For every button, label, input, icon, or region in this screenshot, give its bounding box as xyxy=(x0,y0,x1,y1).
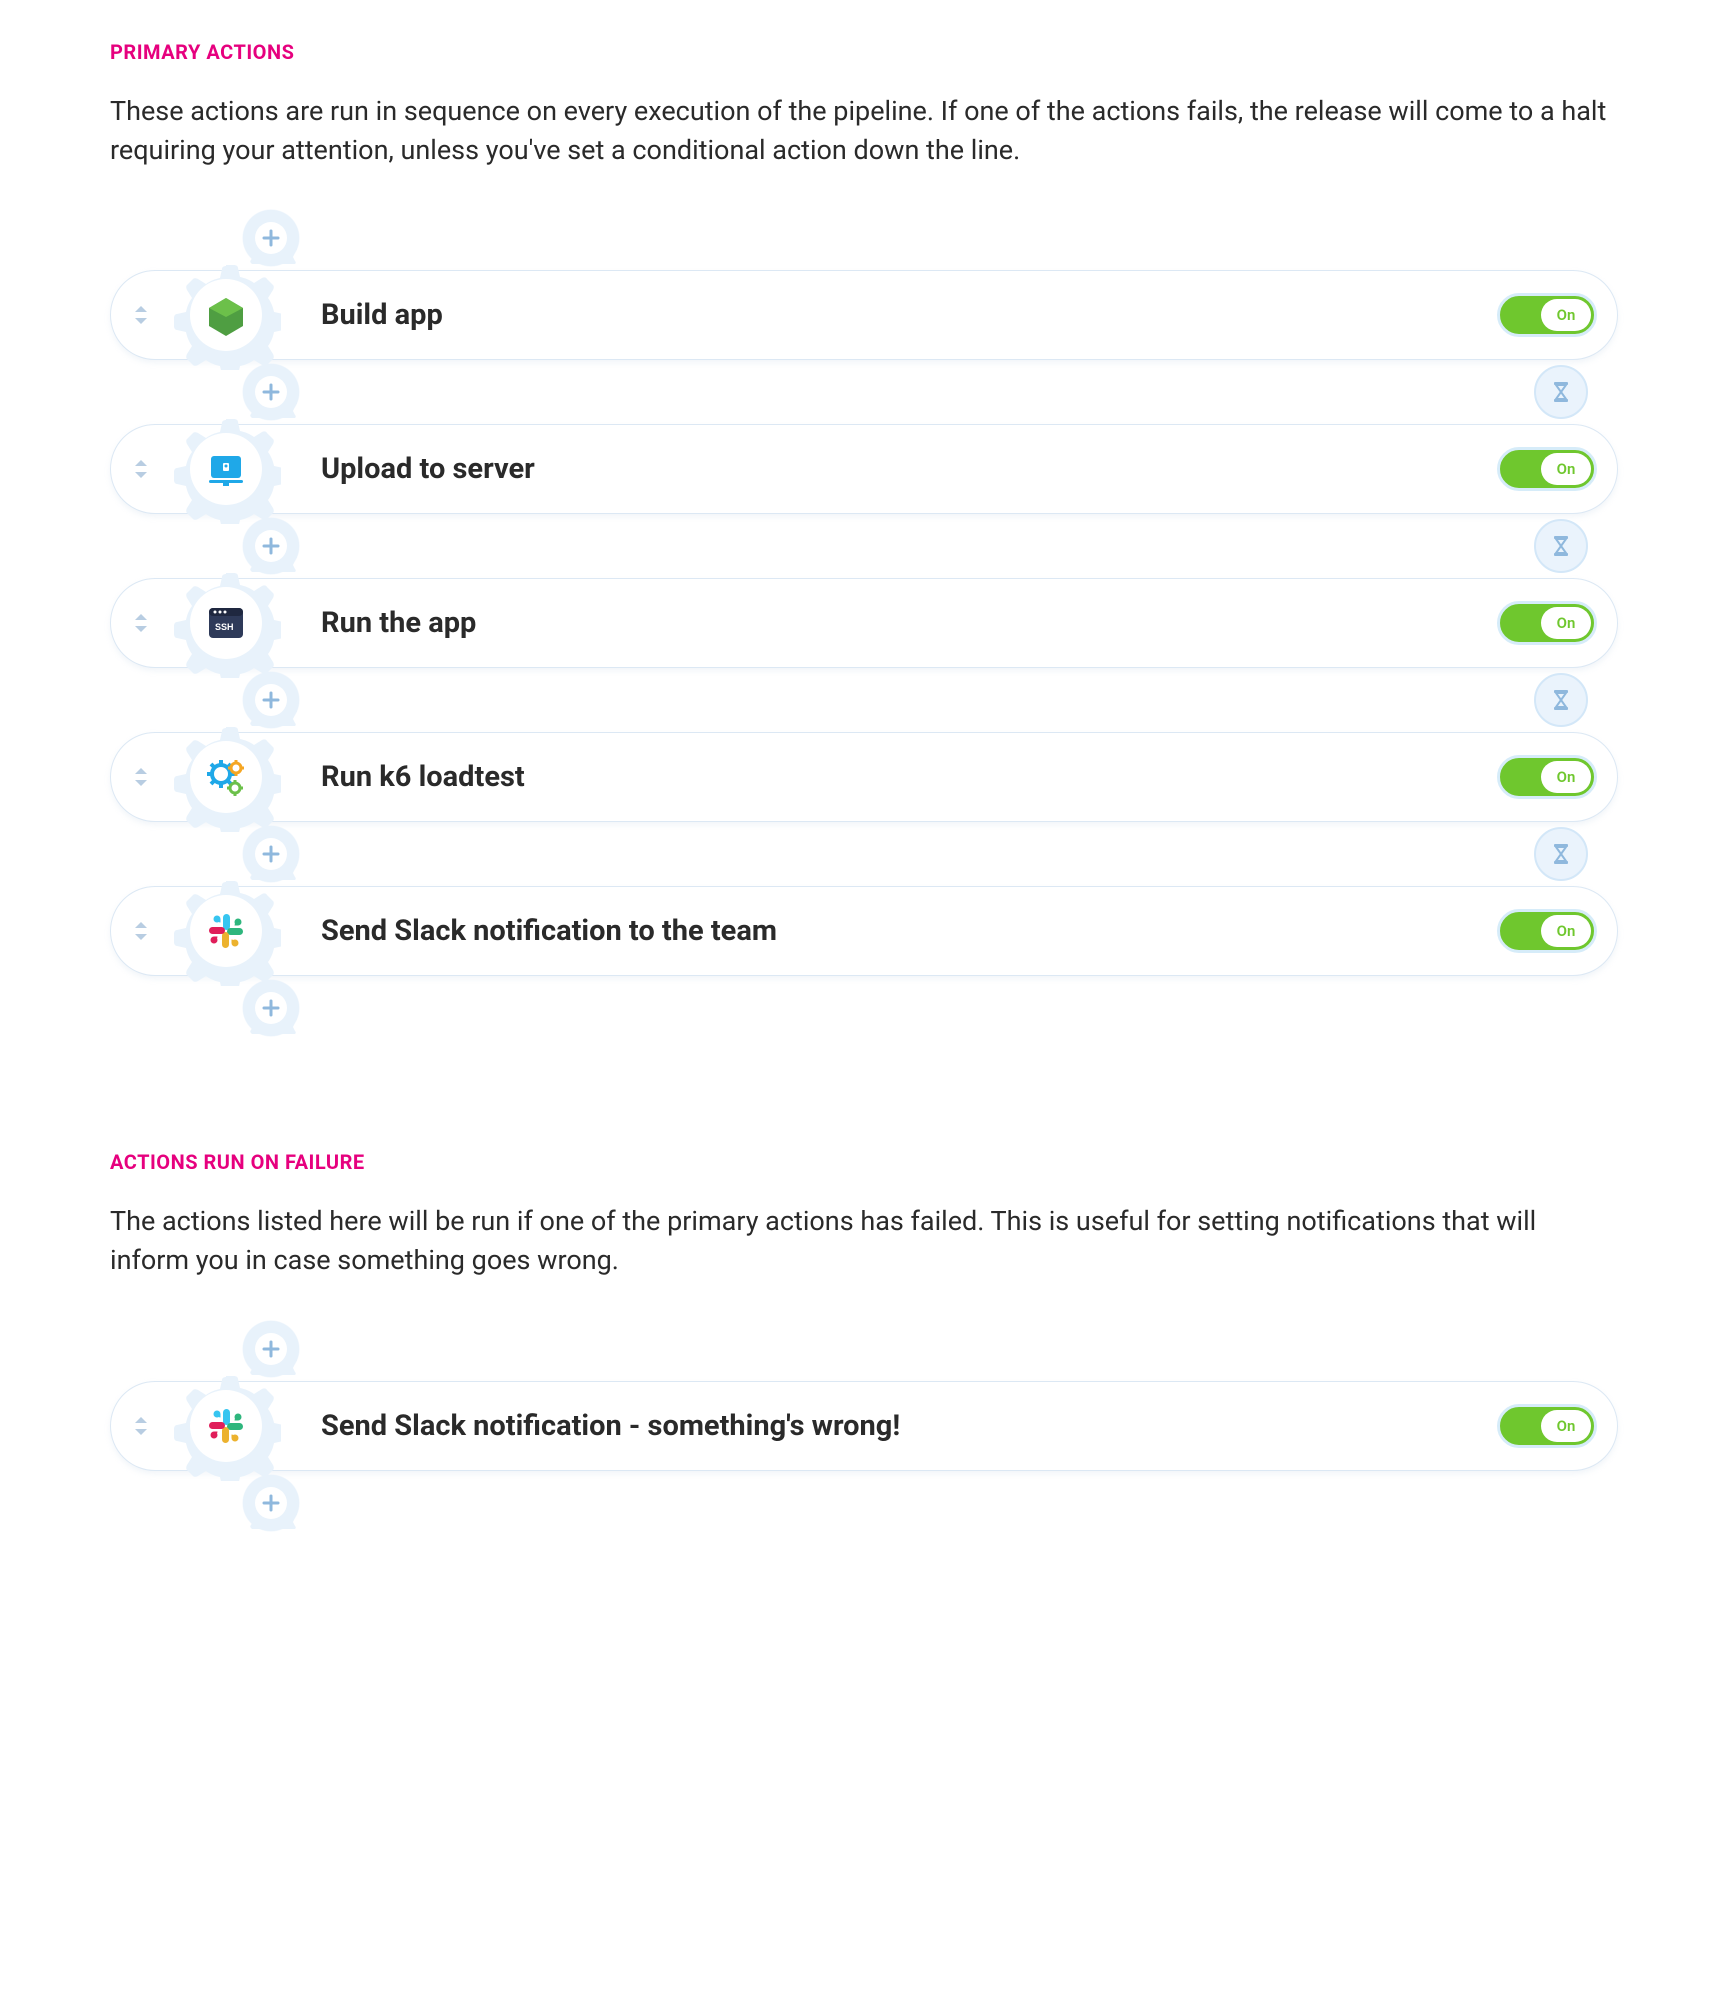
action-label: Build app xyxy=(321,298,1497,332)
drag-icon xyxy=(128,918,154,944)
drag-icon xyxy=(128,302,154,328)
add-action-button[interactable] xyxy=(245,1477,297,1529)
drag-handle[interactable] xyxy=(111,302,171,328)
action-icon-wrap xyxy=(171,876,281,986)
plus-icon xyxy=(245,366,297,418)
action-toggle[interactable]: On xyxy=(1497,293,1597,337)
plus-icon xyxy=(245,674,297,726)
hourglass-icon xyxy=(1549,534,1573,558)
wait-button[interactable] xyxy=(1534,365,1588,419)
action-icon-wrap xyxy=(171,568,281,678)
primary-section-title: PRIMARY ACTIONS xyxy=(110,40,1618,64)
drag-icon xyxy=(128,1413,154,1439)
plus-icon xyxy=(245,1323,297,1375)
action-icon-wrap xyxy=(171,414,281,524)
add-action-button[interactable] xyxy=(245,520,297,572)
slack-icon xyxy=(203,1403,249,1449)
action-label: Upload to server xyxy=(321,452,1497,486)
action-card[interactable]: Send Slack notification - something's wr… xyxy=(110,1381,1618,1471)
action-card[interactable]: Send Slack notification to the team On xyxy=(110,886,1618,976)
drag-icon xyxy=(128,764,154,790)
failure-section-desc: The actions listed here will be run if o… xyxy=(110,1202,1610,1280)
toggle-state-label: On xyxy=(1557,306,1576,324)
plus-icon xyxy=(245,982,297,1034)
drag-icon xyxy=(128,456,154,482)
hourglass-icon xyxy=(1549,842,1573,866)
action-card[interactable]: Build app On xyxy=(110,270,1618,360)
action-toggle[interactable]: On xyxy=(1497,601,1597,645)
toggle-state-label: On xyxy=(1557,1417,1576,1435)
action-icon-wrap xyxy=(171,260,281,370)
wait-button[interactable] xyxy=(1534,519,1588,573)
plus-icon xyxy=(245,212,297,264)
add-action-button[interactable] xyxy=(245,982,297,1034)
wait-button[interactable] xyxy=(1534,827,1588,881)
action-label: Send Slack notification to the team xyxy=(321,914,1497,948)
action-card[interactable]: Run k6 loadtest On xyxy=(110,732,1618,822)
plus-icon xyxy=(245,828,297,880)
plus-icon xyxy=(245,1477,297,1529)
wait-button[interactable] xyxy=(1534,673,1588,727)
action-card[interactable]: Run the app On xyxy=(110,578,1618,668)
toggle-state-label: On xyxy=(1557,614,1576,632)
action-icon-wrap xyxy=(171,722,281,832)
ssh-icon xyxy=(203,600,249,646)
add-action-button[interactable] xyxy=(245,212,297,264)
node-icon xyxy=(203,292,249,338)
action-label: Run the app xyxy=(321,606,1497,640)
action-label: Send Slack notification - something's wr… xyxy=(321,1409,1497,1443)
action-toggle[interactable]: On xyxy=(1497,1404,1597,1448)
action-card[interactable]: Upload to server On xyxy=(110,424,1618,514)
add-action-button[interactable] xyxy=(245,674,297,726)
action-toggle[interactable]: On xyxy=(1497,447,1597,491)
toggle-state-label: On xyxy=(1557,768,1576,786)
primary-pipeline: Build app On Upload to server On Run the… xyxy=(110,206,1618,1040)
slack-icon xyxy=(203,908,249,954)
drag-handle[interactable] xyxy=(111,610,171,636)
add-action-button[interactable] xyxy=(245,366,297,418)
server-icon xyxy=(203,446,249,492)
toggle-state-label: On xyxy=(1557,922,1576,940)
add-action-button[interactable] xyxy=(245,1323,297,1375)
action-toggle[interactable]: On xyxy=(1497,909,1597,953)
gears-icon xyxy=(203,754,249,800)
primary-section-desc: These actions are run in sequence on eve… xyxy=(110,92,1610,170)
drag-handle[interactable] xyxy=(111,764,171,790)
action-label: Run k6 loadtest xyxy=(321,760,1497,794)
drag-icon xyxy=(128,610,154,636)
plus-icon xyxy=(245,520,297,572)
hourglass-icon xyxy=(1549,380,1573,404)
drag-handle[interactable] xyxy=(111,456,171,482)
action-icon-wrap xyxy=(171,1371,281,1481)
drag-handle[interactable] xyxy=(111,1413,171,1439)
failure-pipeline: Send Slack notification - something's wr… xyxy=(110,1317,1618,1535)
add-action-button[interactable] xyxy=(245,828,297,880)
hourglass-icon xyxy=(1549,688,1573,712)
failure-section-title: ACTIONS RUN ON FAILURE xyxy=(110,1150,1618,1174)
toggle-state-label: On xyxy=(1557,460,1576,478)
drag-handle[interactable] xyxy=(111,918,171,944)
action-toggle[interactable]: On xyxy=(1497,755,1597,799)
